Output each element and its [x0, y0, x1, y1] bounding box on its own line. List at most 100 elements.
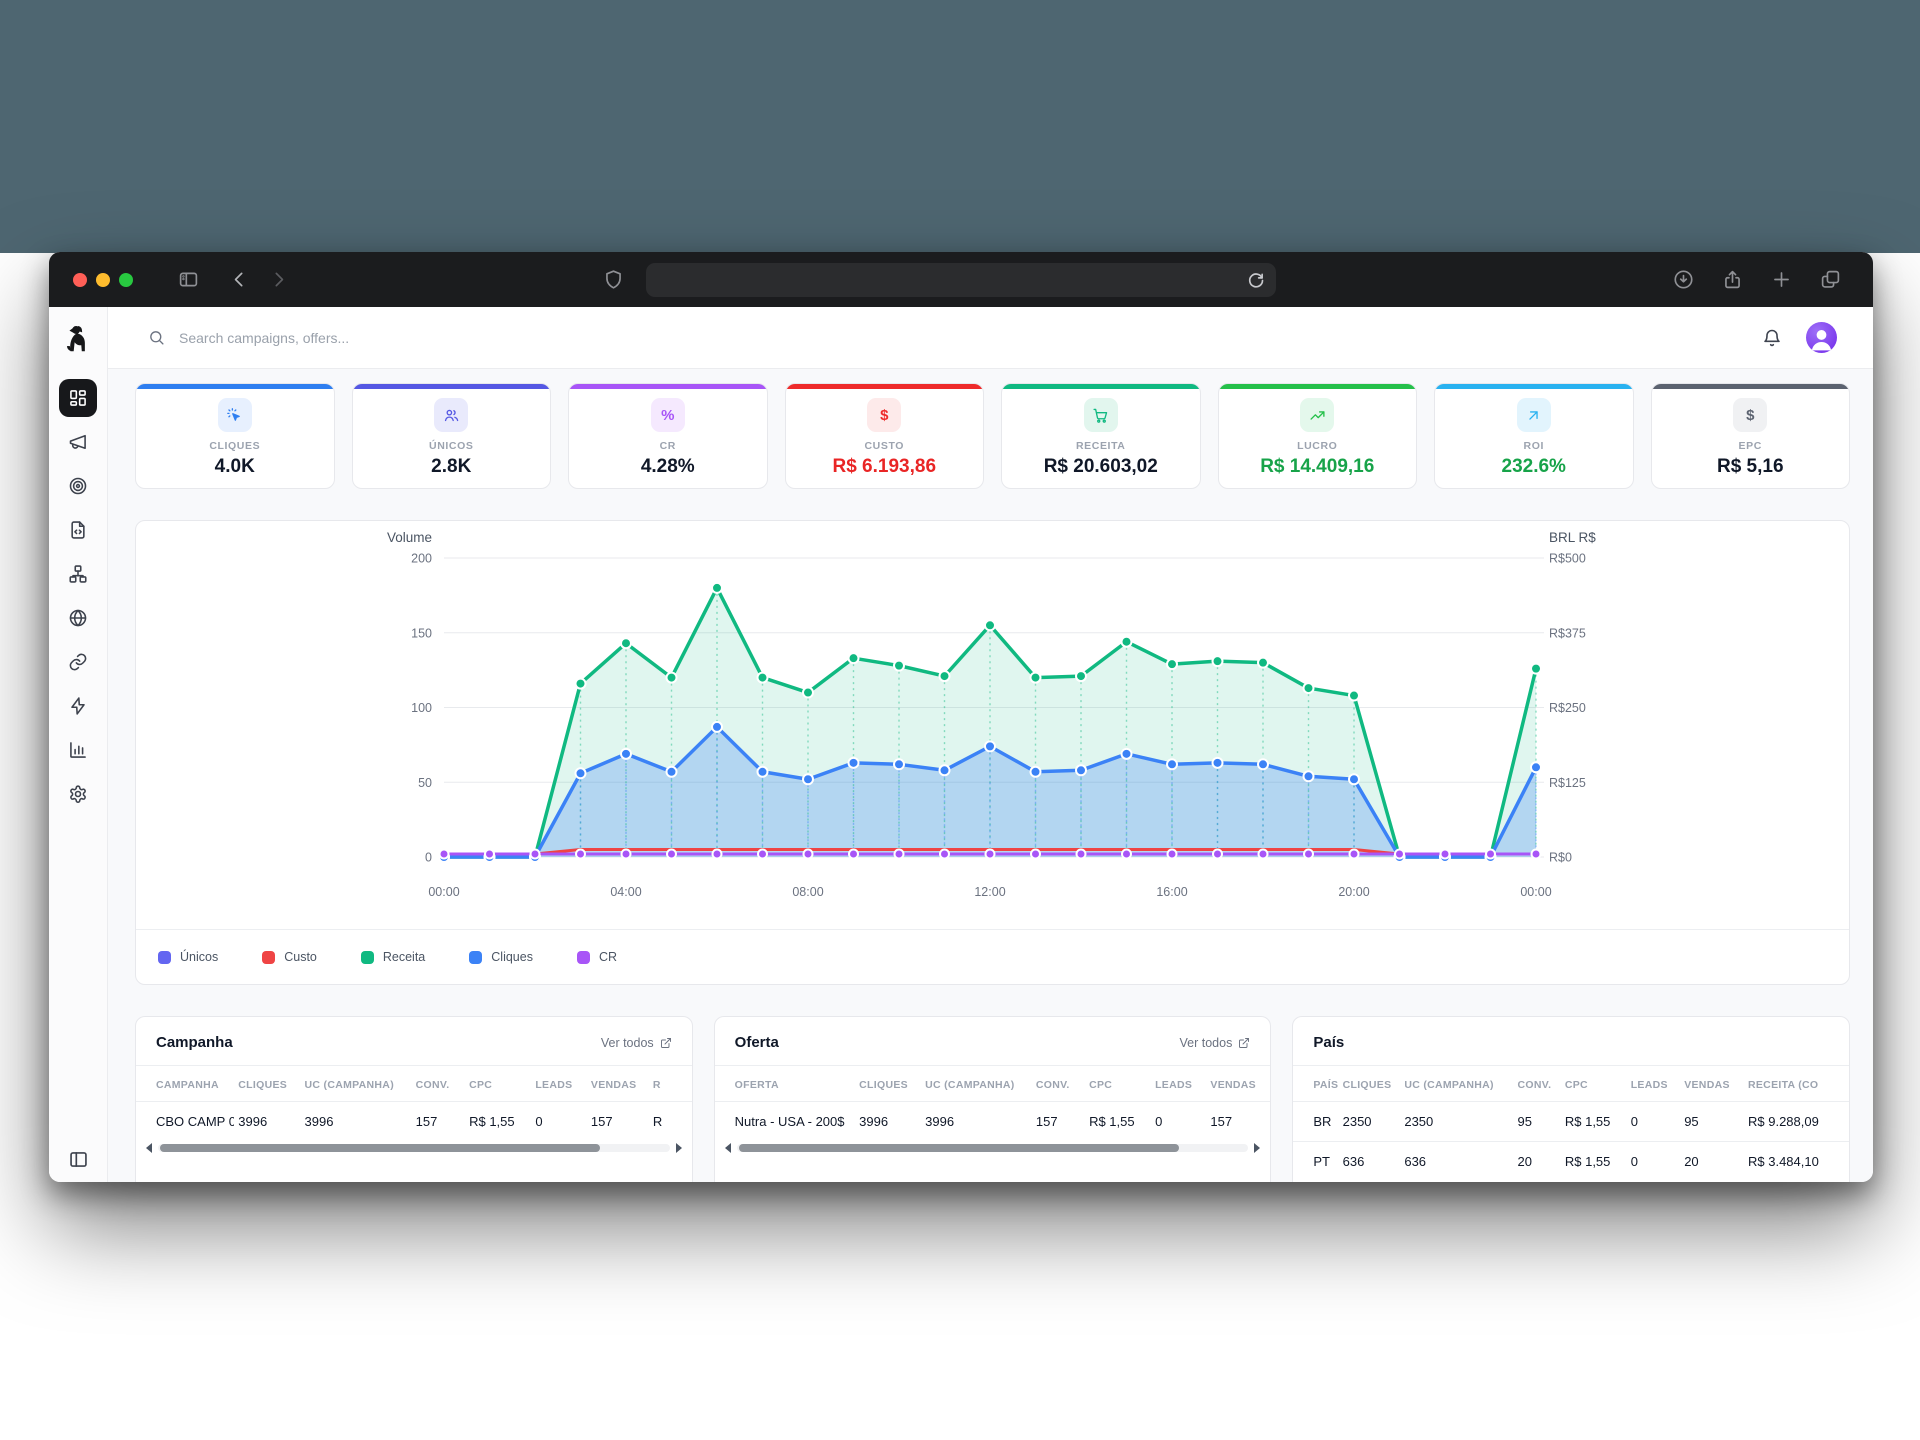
search-input[interactable] — [179, 330, 679, 346]
table-row[interactable]: Nutra - USA - 200$39963996157R$ 1,550157 — [715, 1102, 1271, 1142]
traffic-chart: 200R$500150R$375100R$25050R$1250R$0Volum… — [136, 521, 1850, 931]
grid-icon — [68, 388, 88, 408]
table-row[interactable]: PT63663620R$ 1,55020R$ 3.484,10 — [1293, 1142, 1849, 1182]
sidebar-collapse-icon[interactable] — [68, 1149, 89, 1170]
percent-icon: % — [651, 398, 685, 432]
ver-todos-label: Ver todos — [1180, 1036, 1233, 1050]
network-icon — [68, 564, 88, 584]
kpi-label: ÚNICOS — [429, 440, 473, 452]
table-row[interactable]: CBO CAMP 0239963996157R$ 1,550157R — [136, 1102, 692, 1142]
search-icon — [148, 329, 165, 346]
sidebar-item-automation[interactable] — [49, 684, 108, 728]
scroll-right-arrow[interactable] — [1254, 1143, 1260, 1153]
kpi-card-roi: ROI 232.6% — [1434, 383, 1634, 489]
kpi-value: 4.0K — [215, 456, 255, 478]
table-cell: 95 — [1680, 1102, 1744, 1142]
column-header: UC (CAMPANHA) — [1400, 1066, 1513, 1102]
avatar[interactable] — [1806, 322, 1837, 353]
column-header: VENDAS — [587, 1066, 649, 1102]
sidebar-item-domains[interactable] — [49, 596, 108, 640]
kpi-icon-tile — [1517, 398, 1551, 432]
new-tab-icon[interactable] — [1771, 269, 1792, 290]
column-header: VENDAS — [1206, 1066, 1270, 1102]
table-cell: PT — [1293, 1142, 1338, 1182]
kpi-card-lucro: LUCROR$ 14.409,16 — [1218, 383, 1418, 489]
tab-overview-icon[interactable] — [1820, 269, 1841, 290]
url-bar[interactable] — [646, 263, 1276, 297]
horizontal-scrollbar[interactable] — [136, 1141, 692, 1161]
table-cell: 0 — [531, 1102, 587, 1142]
zoom-button[interactable] — [119, 273, 133, 287]
sidebar-item-reports[interactable] — [49, 728, 108, 772]
sidebar-item-campaigns[interactable] — [49, 420, 108, 464]
sidebar-item-landers[interactable] — [49, 508, 108, 552]
table-cell: 0 — [1627, 1102, 1681, 1142]
legend-item-cliques[interactable]: Cliques — [469, 950, 533, 964]
kpi-value: 232.6% — [1502, 456, 1566, 478]
kpi-card-receita: RECEITAR$ 20.603,02 — [1001, 383, 1201, 489]
reload-icon[interactable] — [1245, 270, 1266, 291]
legend-item-únicos[interactable]: Únicos — [158, 950, 218, 964]
kpi-value: 4.28% — [641, 456, 695, 478]
horizontal-scrollbar[interactable] — [715, 1141, 1271, 1161]
table-cell: 157 — [587, 1102, 649, 1142]
kpi-accent-strip — [786, 384, 984, 389]
kpi-accent-strip — [136, 384, 334, 389]
column-header: R — [649, 1066, 692, 1102]
minimize-button[interactable] — [96, 273, 110, 287]
scrollbar-thumb[interactable] — [739, 1144, 1179, 1152]
download-icon[interactable] — [1673, 269, 1694, 290]
bell-icon[interactable] — [1762, 328, 1782, 348]
kpi-label: ROI — [1524, 440, 1544, 452]
forward-icon[interactable] — [268, 269, 289, 290]
scrollbar-track[interactable] — [158, 1144, 670, 1152]
svg-text:08:00: 08:00 — [792, 885, 823, 899]
sidebar-item-links[interactable] — [49, 640, 108, 684]
table-cell: 95 — [1514, 1102, 1561, 1142]
user-icon — [1806, 322, 1837, 353]
sidebar-toggle-icon[interactable] — [178, 269, 199, 290]
table-row[interactable]: BR2350235095R$ 1,55095R$ 9.288,09 — [1293, 1102, 1849, 1142]
sidebar-item-flows[interactable] — [49, 552, 108, 596]
svg-text:0: 0 — [425, 851, 432, 865]
column-header: CLIQUES — [855, 1066, 921, 1102]
svg-text:R$125: R$125 — [1549, 776, 1586, 790]
ver-todos-link[interactable]: Ver todos — [1180, 1036, 1251, 1050]
table-cell: 0 — [1151, 1102, 1206, 1142]
table-cell: 2350 — [1400, 1102, 1513, 1142]
legend-item-cr[interactable]: CR — [577, 950, 617, 964]
back-icon[interactable] — [229, 269, 250, 290]
close-button[interactable] — [73, 273, 87, 287]
table-cell: 2350 — [1339, 1102, 1401, 1142]
shield-icon[interactable] — [603, 269, 624, 290]
legend-item-custo[interactable]: Custo — [262, 950, 317, 964]
table-cell: 3996 — [855, 1102, 921, 1142]
app-logo[interactable] — [49, 307, 107, 369]
search-bar[interactable] — [148, 329, 1762, 346]
scrollbar-track[interactable] — [737, 1144, 1249, 1152]
sidebar-item-dashboard[interactable] — [49, 376, 108, 420]
scroll-right-arrow[interactable] — [676, 1143, 682, 1153]
column-header: CONV. — [1032, 1066, 1085, 1102]
ver-todos-link[interactable]: Ver todos — [601, 1036, 672, 1050]
column-header: CPC — [1561, 1066, 1627, 1102]
svg-text:150: 150 — [411, 626, 432, 640]
users-icon — [443, 407, 460, 424]
share-icon[interactable] — [1722, 269, 1743, 290]
dollar-icon: $ — [1733, 398, 1767, 432]
sidebar-item-settings[interactable] — [49, 772, 108, 816]
table-cell: R$ 1,55 — [1561, 1142, 1627, 1182]
kpi-accent-strip — [1219, 384, 1417, 389]
column-header: LEADS — [1627, 1066, 1681, 1102]
kpi-label: LUCRO — [1297, 440, 1337, 452]
scrollbar-thumb[interactable] — [160, 1144, 600, 1152]
table-cell: 157 — [1206, 1102, 1270, 1142]
sidebar-item-offers[interactable] — [49, 464, 108, 508]
scroll-left-arrow[interactable] — [146, 1143, 152, 1153]
table-cell: Nutra - USA - 200$ — [715, 1102, 856, 1142]
table-cell: CBO CAMP 02 — [136, 1102, 234, 1142]
scroll-left-arrow[interactable] — [725, 1143, 731, 1153]
legend-item-receita[interactable]: Receita — [361, 950, 425, 964]
column-header: PAÍS — [1293, 1066, 1338, 1102]
svg-text:20:00: 20:00 — [1338, 885, 1369, 899]
